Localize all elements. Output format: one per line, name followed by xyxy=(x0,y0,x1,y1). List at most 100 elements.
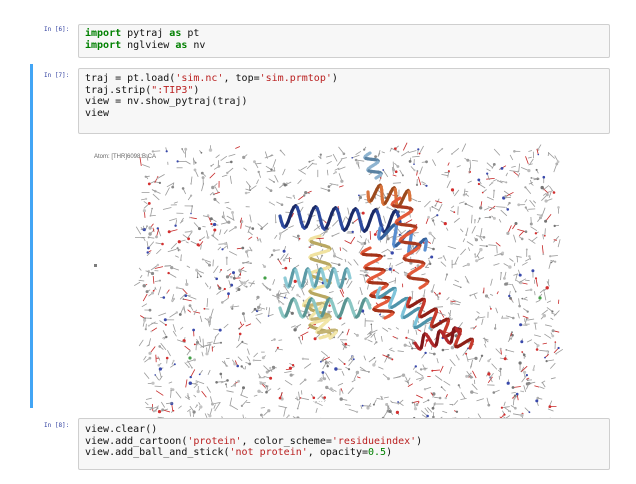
atom-ball xyxy=(269,366,272,370)
code-editor[interactable]: view.clear() view.add_cartoon('protein',… xyxy=(78,418,610,470)
bond-stick xyxy=(260,407,265,409)
output-collapse-handle[interactable]: ..... xyxy=(313,398,326,404)
bond-stick xyxy=(338,358,345,365)
bond-stick xyxy=(188,295,197,300)
code-token: view.add_cartoon( xyxy=(85,435,188,447)
atom-ball xyxy=(351,230,354,234)
bond-stick xyxy=(453,400,459,406)
molecule-3d-render[interactable] xyxy=(80,138,610,438)
bond-stick xyxy=(268,178,275,183)
atom-ball xyxy=(413,163,415,165)
atom-ball xyxy=(553,224,556,228)
atom-ball xyxy=(173,363,176,366)
atom-ball xyxy=(237,379,241,383)
bond-stick xyxy=(306,278,309,284)
code-line: view.add_cartoon('protein', color_scheme… xyxy=(85,436,422,447)
atom-ball xyxy=(172,409,175,412)
bond-stick xyxy=(381,249,389,254)
bond-stick xyxy=(505,172,508,177)
bond-stick xyxy=(300,165,308,171)
atom-ball xyxy=(441,348,445,352)
bond-stick xyxy=(454,256,459,265)
atom-ball xyxy=(375,341,378,344)
code-line: view = nv.show_pytraj(traj) xyxy=(85,96,248,107)
atom-ball xyxy=(475,318,478,321)
bond-stick xyxy=(213,265,219,274)
atom-ball xyxy=(159,279,161,282)
atom-ball xyxy=(477,178,481,182)
bond-stick xyxy=(417,176,422,186)
atom-ball xyxy=(352,387,354,389)
bond-stick xyxy=(175,391,182,399)
bond-stick xyxy=(476,398,484,402)
atom-ball xyxy=(557,206,560,209)
atom-ball xyxy=(198,227,201,231)
bond-stick xyxy=(144,401,149,406)
atom-ball xyxy=(427,215,430,219)
bond-stick xyxy=(356,376,361,379)
code-editor[interactable]: import pytraj as pt import nglview as nv xyxy=(78,24,610,58)
atom-ball xyxy=(147,182,151,186)
bond-stick xyxy=(236,341,243,348)
bond-stick xyxy=(298,169,307,175)
nglview-widget[interactable]: Atom: [THR]6098:B.CA play xyxy=(80,138,610,460)
bond-stick xyxy=(500,272,502,281)
atom-ball xyxy=(505,349,508,351)
atom-ball xyxy=(421,376,425,380)
atom-ball xyxy=(172,359,175,362)
atom-ball xyxy=(487,403,491,407)
bond-stick xyxy=(511,392,516,394)
bond-stick xyxy=(373,333,377,341)
code-cell-representation[interactable]: In [8]: view.clear() view.add_cartoon('p… xyxy=(0,414,636,474)
bond-stick xyxy=(193,157,195,165)
atom-ball xyxy=(301,357,305,360)
atom-ball xyxy=(239,270,242,273)
bond-stick xyxy=(189,217,197,220)
atom-ball xyxy=(423,388,427,391)
bond-stick xyxy=(431,237,435,245)
bond-stick xyxy=(261,222,269,230)
atom-ball xyxy=(479,206,483,210)
bond-stick xyxy=(424,407,429,413)
bond-stick xyxy=(150,264,159,271)
bond-stick xyxy=(296,396,298,401)
atom-ball xyxy=(158,345,161,348)
bond-stick xyxy=(490,278,493,286)
atom-ball xyxy=(195,268,199,272)
atom-ball xyxy=(372,403,375,406)
atom-ball xyxy=(341,331,344,333)
bond-stick xyxy=(155,390,164,396)
atom-ball xyxy=(545,286,549,290)
bond-stick xyxy=(337,382,344,386)
code-token: 'sim.prmtop' xyxy=(259,73,332,84)
atom-ball xyxy=(293,328,297,332)
atom-ball xyxy=(156,177,159,180)
atom-ball xyxy=(170,266,174,270)
bond-stick xyxy=(168,381,173,384)
bond-stick xyxy=(387,207,395,211)
bond-stick xyxy=(548,261,552,269)
atom-ball xyxy=(219,372,223,376)
atom-ball xyxy=(145,290,149,294)
atom-ball xyxy=(365,201,367,204)
bond-stick xyxy=(493,148,501,156)
code-token: view.clear() xyxy=(85,424,158,435)
bond-stick xyxy=(160,401,166,408)
code-cell-imports[interactable]: In [6]: import pytraj as pt import nglvi… xyxy=(0,18,636,62)
bond-stick xyxy=(249,214,252,223)
atom-ball xyxy=(392,168,395,172)
code-editor[interactable]: traj = pt.load('sim.nc', top='sim.prmtop… xyxy=(78,68,610,134)
atom-ball xyxy=(352,358,355,361)
bond-stick xyxy=(419,166,423,175)
bond-stick xyxy=(501,406,510,409)
atom-ball xyxy=(150,330,153,333)
atom-ball xyxy=(482,236,486,239)
atom-ball xyxy=(209,316,212,319)
atom-ball xyxy=(351,221,354,224)
bond-stick xyxy=(493,190,495,199)
code-cell-viewer[interactable]: In [7]: traj = pt.load('sim.nc', top='si… xyxy=(0,64,636,460)
bond-stick xyxy=(509,170,518,173)
atom-ball xyxy=(146,225,148,228)
atom-ball xyxy=(235,287,238,290)
atom-ball xyxy=(231,211,234,214)
